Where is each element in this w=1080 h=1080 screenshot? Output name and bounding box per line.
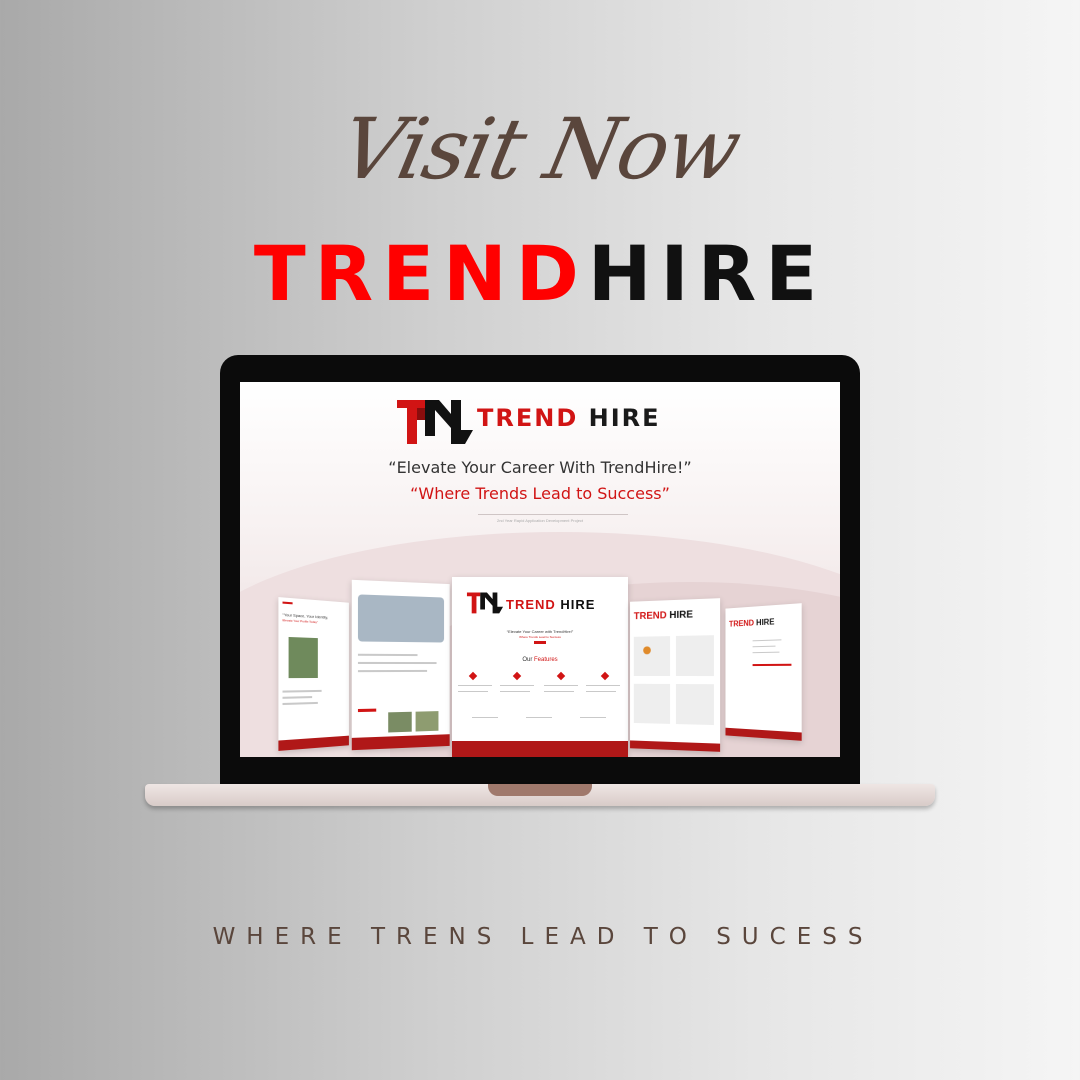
card-sub: Where Trends Lead to Success	[519, 635, 561, 639]
card-right-brand-trend: TREND	[633, 610, 667, 623]
tagline: WHERE TRENS LEAD TO SUCESS	[212, 924, 874, 950]
brand-title: TRENDHIRE	[0, 236, 1080, 312]
card-right-brand-hire: HIRE	[669, 609, 693, 622]
feature-icon	[556, 671, 566, 681]
job-tile	[633, 636, 671, 676]
features-prefix: Our	[522, 657, 533, 663]
card-footer	[452, 741, 628, 757]
site-brand-hire: HIRE	[588, 404, 661, 432]
trendhire-logo-icon	[397, 400, 473, 444]
laptop-notch	[488, 784, 592, 796]
feature-icon	[600, 671, 610, 681]
thumb-photo	[388, 711, 412, 733]
thumb-photo	[415, 711, 439, 732]
brand-title-trend: TREND	[253, 229, 588, 318]
project-note: 2nd Year Rapid Application Development P…	[496, 518, 584, 523]
job-tile	[675, 635, 714, 677]
card-brand: TREND HIRE	[506, 597, 595, 612]
features-highlight: Features	[534, 657, 558, 663]
card-brand-trend: TREND	[506, 597, 556, 612]
team-photo	[357, 594, 445, 643]
mockup-card-team	[351, 579, 450, 751]
mockup-card-right: TREND HIRE	[630, 598, 721, 752]
card-far-right-brand-trend: TREND	[728, 618, 755, 629]
card-right-brand: TREND HIRE	[634, 609, 693, 622]
card-far-right-brand: TREND HIRE	[729, 617, 774, 628]
mockup-card-far-right: TREND HIRE	[725, 603, 802, 741]
features-heading: Our Features	[452, 657, 628, 663]
card-brand-hire: HIRE	[560, 597, 596, 612]
feature-icon	[468, 671, 478, 681]
job-tile	[633, 683, 671, 724]
mockup-card-center: TREND HIRE “Elevate Your Career with Tre…	[452, 577, 628, 757]
trendhire-logo-icon	[466, 592, 504, 614]
card-far-right-brand-hire: HIRE	[756, 617, 775, 628]
site-brand: TREND HIRE	[477, 404, 661, 432]
divider	[478, 514, 628, 515]
visit-now-heading: Visit Now	[332, 100, 748, 198]
card-quote: “Elevate Your Career with TrendHire!”	[506, 629, 574, 634]
company-logo-icon	[643, 646, 651, 655]
card-cta-button	[534, 641, 546, 644]
profile-photo	[288, 636, 318, 679]
site-quote-sub: “Where Trends Lead to Success”	[410, 484, 670, 503]
site-brand-trend: TREND	[477, 404, 579, 432]
job-tile	[675, 684, 714, 726]
laptop-display: TREND HIRE “Elevate Your Career With Tre…	[240, 382, 840, 757]
site-quote-main: “Elevate Your Career With TrendHire!”	[388, 458, 692, 477]
mockup-card-left: “Your Space, Your Identity, Elevate Your…	[278, 597, 349, 751]
feature-icon	[512, 671, 522, 681]
brand-title-hire: HIRE	[587, 229, 827, 318]
